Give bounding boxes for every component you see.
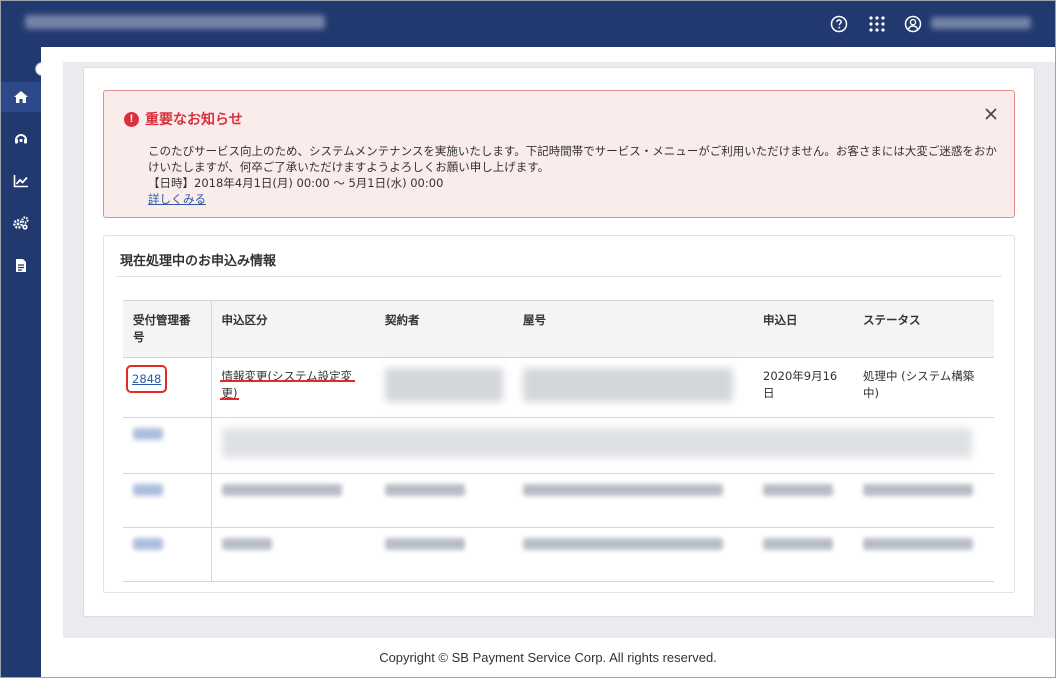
exclamation-circle-icon: ! <box>124 111 139 127</box>
header-trade-name: 屋号 <box>513 300 753 358</box>
annotation-underline <box>220 398 239 400</box>
gears-icon[interactable] <box>1 208 41 238</box>
application-type: 情報変更(システム設定変更) <box>211 357 375 418</box>
header-status: ステータス <box>853 300 994 358</box>
support-icon[interactable] <box>1 124 41 154</box>
annotation-underline <box>220 380 355 382</box>
grid-icon[interactable] <box>868 15 886 33</box>
sidebar <box>1 47 41 677</box>
notice-details-link[interactable]: 詳しくみる <box>148 192 206 206</box>
table-row <box>123 417 994 474</box>
notice-title-text: 重要なお知らせ <box>145 111 243 127</box>
contractor-redacted <box>385 538 465 550</box>
contractor-redacted <box>385 484 465 496</box>
type-redacted <box>221 538 272 550</box>
top-header <box>1 1 1055 47</box>
notice-schedule: 【日時】2018年4月1日(月) 00:00 ～ 5月1日(水) 00:00 <box>148 176 444 190</box>
application-date: 2020年9月16日 <box>753 357 853 418</box>
type-redacted <box>221 484 342 496</box>
trade-name-redacted <box>523 484 723 496</box>
id-redacted <box>133 484 163 496</box>
chart-icon[interactable] <box>1 166 41 196</box>
header-id: 受付管理番号 <box>123 300 212 358</box>
table-row <box>123 527 994 582</box>
close-icon[interactable] <box>982 105 1000 123</box>
footer-copyright: Copyright © SB Payment Service Corp. All… <box>379 650 717 665</box>
header-contractor: 契約者 <box>375 300 513 358</box>
id-redacted <box>133 428 163 440</box>
date-redacted <box>763 484 833 496</box>
status-redacted <box>863 538 973 550</box>
applications-table: 受付管理番号 申込区分 契約者 屋号 申込日 ステータス 2848 情報変更(シ… <box>123 300 994 582</box>
id-redacted <box>133 538 163 550</box>
status-redacted <box>863 484 973 496</box>
trade-name-redacted <box>523 368 733 402</box>
section-divider <box>116 276 1002 277</box>
important-notice: ! 重要なお知らせ このたびサービス向上のため、システムメンテナンスを実施いたし… <box>103 90 1015 218</box>
user-circle-icon[interactable] <box>904 15 922 33</box>
section-title: 現在処理中のお申込み情報 <box>120 254 277 269</box>
notice-title: ! 重要なお知らせ <box>124 109 243 129</box>
home-icon[interactable] <box>1 82 41 112</box>
contractor-redacted <box>385 368 503 402</box>
date-redacted <box>763 538 833 550</box>
question-circle-icon[interactable] <box>830 15 848 33</box>
document-icon[interactable] <box>1 250 41 280</box>
notice-body: このたびサービス向上のため、システムメンテナンスを実施いたします。下記時間帯でサ… <box>148 143 998 207</box>
trade-name-redacted <box>523 538 723 550</box>
row-redacted <box>221 428 972 458</box>
application-status: 処理中 (システム構築中) <box>853 357 994 418</box>
table-header-row: 受付管理番号 申込区分 契約者 屋号 申込日 ステータス <box>123 300 994 358</box>
application-id-link[interactable]: 2848 <box>126 365 168 393</box>
table-row <box>123 473 994 528</box>
notice-text-line: けいたしますが、何卒ご了承いただけますようよろしくお願い申し上げます。 <box>148 160 550 174</box>
table-row: 2848 情報変更(システム設定変更) 2020年9月16日 処理中 (システム… <box>123 357 994 418</box>
notice-text-line: このたびサービス向上のため、システムメンテナンスを実施いたします。下記時間帯でサ… <box>148 144 997 158</box>
header-date: 申込日 <box>753 300 853 358</box>
header-title-redacted <box>25 15 325 29</box>
header-type: 申込区分 <box>211 300 375 358</box>
user-name-redacted <box>931 17 1031 29</box>
